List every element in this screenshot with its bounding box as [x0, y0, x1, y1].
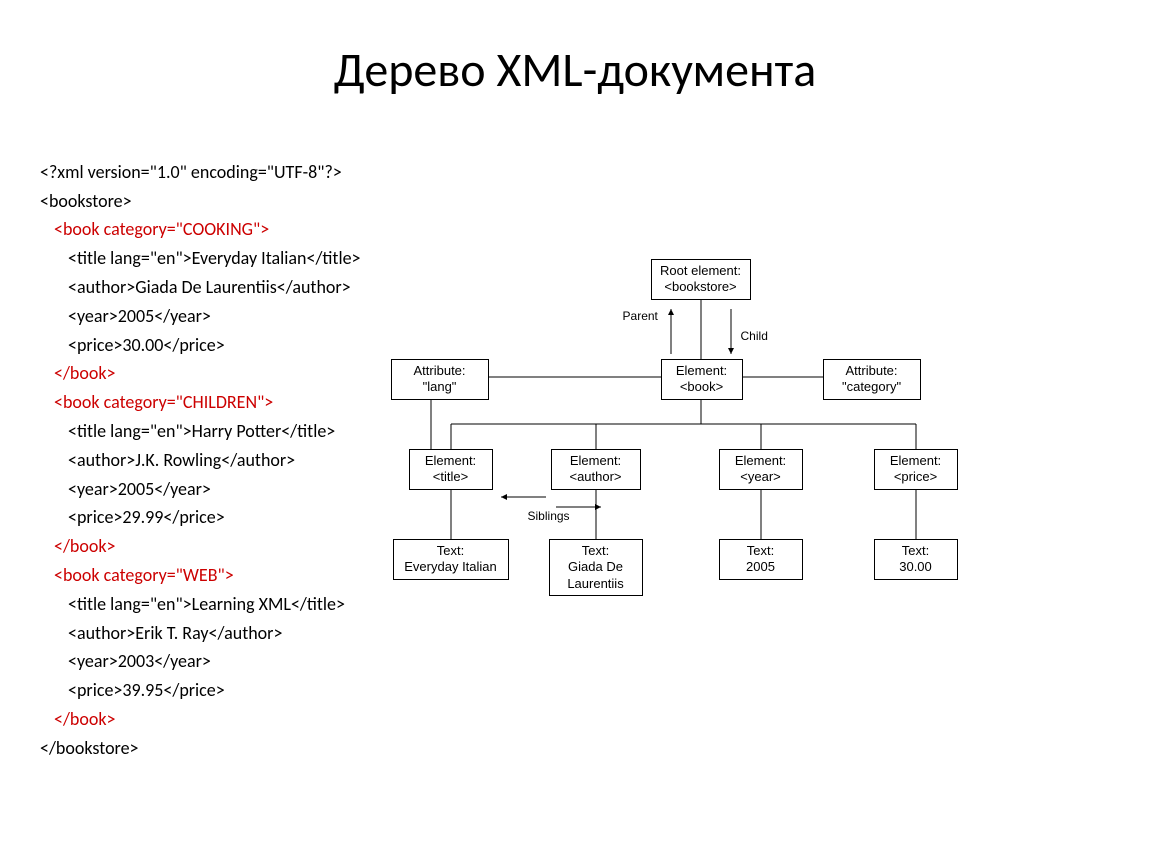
node-text-price: Text: 30.00	[874, 539, 958, 580]
book-1-close: </book>	[40, 359, 116, 388]
node-text-year-l1: Text:	[724, 543, 798, 559]
book-2-author: <author>J.K. Rowling</author>	[40, 446, 295, 475]
node-text-author-l3: Laurentiis	[554, 576, 638, 592]
label-child: Child	[739, 329, 770, 343]
node-text-author: Text: Giada De Laurentiis	[549, 539, 643, 596]
node-author: Element: <author>	[551, 449, 641, 490]
node-text-price-l1: Text:	[879, 543, 953, 559]
node-text-author-l2: Giada De	[554, 559, 638, 575]
node-text-author-l1: Text:	[554, 543, 638, 559]
node-attr-lang-l2: "lang"	[396, 379, 484, 395]
node-text-price-l2: 30.00	[879, 559, 953, 575]
node-text-title-l1: Text:	[398, 543, 504, 559]
book-1-price: <price>30.00</price>	[40, 331, 225, 360]
book-3-open: <book category="WEB">	[40, 561, 234, 590]
node-attr-category: Attribute: "category"	[823, 359, 921, 400]
book-1-author: <author>Giada De Laurentiis</author>	[40, 273, 351, 302]
slide-title: Дерево XML-документа	[40, 40, 1110, 99]
node-attr-lang: Attribute: "lang"	[391, 359, 489, 400]
label-siblings: Siblings	[526, 509, 572, 523]
node-text-year: Text: 2005	[719, 539, 803, 580]
book-2-price: <price>29.99</price>	[40, 503, 225, 532]
book-2-open: <book category="CHILDREN">	[40, 388, 273, 417]
node-year-l2: <year>	[724, 469, 798, 485]
node-root-l2: <bookstore>	[656, 279, 746, 295]
node-author-l2: <author>	[556, 469, 636, 485]
node-attr-lang-l1: Attribute:	[396, 363, 484, 379]
xml-root-close: </bookstore>	[40, 737, 139, 759]
node-price-l1: Element:	[879, 453, 953, 469]
book-3-author: <author>Erik T. Ray</author>	[40, 619, 282, 648]
book-2-close: </book>	[40, 532, 116, 561]
node-year: Element: <year>	[719, 449, 803, 490]
book-2-title: <title lang="en">Harry Potter</title>	[40, 417, 335, 446]
book-3-close: </book>	[40, 705, 116, 734]
node-attr-category-l1: Attribute:	[828, 363, 916, 379]
xml-root-open: <bookstore>	[40, 190, 132, 212]
node-text-title-l2: Everyday Italian	[398, 559, 504, 575]
node-price: Element: <price>	[874, 449, 958, 490]
node-price-l2: <price>	[879, 469, 953, 485]
node-attr-category-l2: "category"	[828, 379, 916, 395]
label-parent: Parent	[621, 309, 660, 323]
book-3-title: <title lang="en">Learning XML</title>	[40, 590, 345, 619]
node-title-l1: Element:	[414, 453, 488, 469]
xml-code-block: <?xml version="1.0" encoding="UTF-8"?> <…	[40, 129, 361, 763]
book-1-year: <year>2005</year>	[40, 302, 211, 331]
node-root: Root element: <bookstore>	[651, 259, 751, 300]
tree-diagram: Root element: <bookstore> Parent Child A…	[371, 259, 1110, 763]
node-author-l1: Element:	[556, 453, 636, 469]
slide: Дерево XML-документа <?xml version="1.0"…	[0, 0, 1150, 864]
node-book: Element: <book>	[661, 359, 743, 400]
node-book-l1: Element:	[666, 363, 738, 379]
xml-decl: <?xml version="1.0" encoding="UTF-8"?>	[40, 161, 342, 183]
book-2-year: <year>2005</year>	[40, 475, 211, 504]
node-title-l2: <title>	[414, 469, 488, 485]
node-text-year-l2: 2005	[724, 559, 798, 575]
book-1-open: <book category="COOKING">	[40, 215, 269, 244]
book-3-price: <price>39.95</price>	[40, 676, 225, 705]
node-book-l2: <book>	[666, 379, 738, 395]
node-root-l1: Root element:	[656, 263, 746, 279]
book-1-title: <title lang="en">Everyday Italian</title…	[40, 244, 361, 273]
node-title: Element: <title>	[409, 449, 493, 490]
book-3-year: <year>2003</year>	[40, 647, 211, 676]
node-text-title: Text: Everyday Italian	[393, 539, 509, 580]
node-year-l1: Element:	[724, 453, 798, 469]
